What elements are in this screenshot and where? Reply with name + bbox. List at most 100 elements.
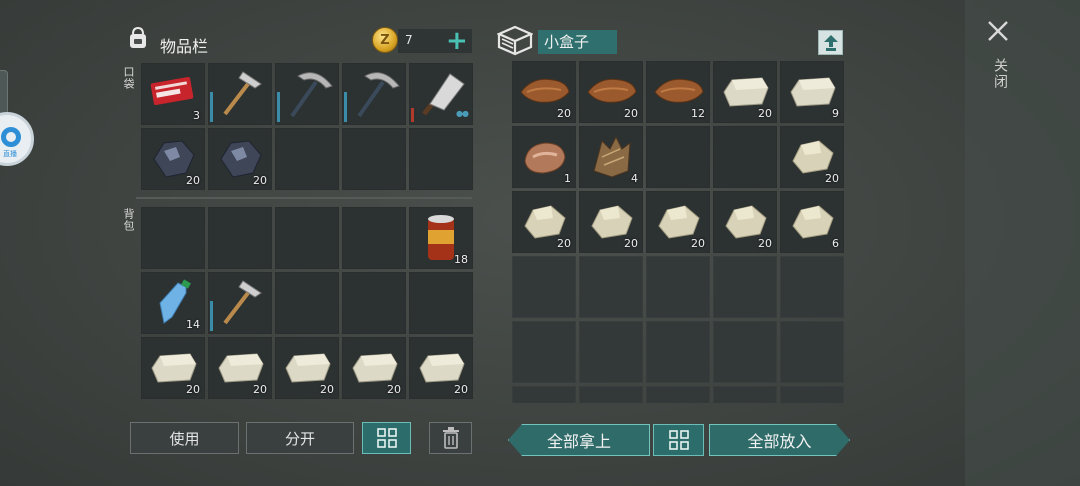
pocket-slot[interactable]: 20	[208, 128, 272, 190]
container-slot[interactable]: 6	[780, 191, 844, 253]
item-quantity: 20	[557, 237, 571, 250]
container-slot[interactable]: 20	[512, 61, 576, 123]
durability-bar	[210, 92, 213, 122]
backpack-slot[interactable]: 20	[409, 337, 473, 399]
put-all-button[interactable]: 全部放入	[709, 424, 850, 456]
container-slot[interactable]: 4	[579, 126, 643, 188]
use-button[interactable]: 使用	[130, 422, 239, 454]
item-quantity: 20	[387, 383, 401, 396]
item-quantity: 12	[691, 107, 705, 120]
container-upgrade-button[interactable]	[818, 30, 843, 55]
close-label[interactable]: 关闭	[990, 58, 1010, 90]
item-quantity: 18	[454, 253, 468, 266]
container-slot[interactable]	[579, 256, 643, 318]
container-slot[interactable]: 20	[512, 191, 576, 253]
backpack-slot[interactable]	[208, 272, 272, 334]
container-slot[interactable]: 1	[512, 126, 576, 188]
backpack-slot[interactable]: 14	[141, 272, 205, 334]
backpack-slot[interactable]	[409, 272, 473, 334]
item-quantity: 20	[320, 383, 334, 396]
backpack-slot[interactable]	[342, 207, 406, 269]
item-quantity: 9	[832, 107, 839, 120]
backpack-slot[interactable]: 20	[208, 337, 272, 399]
backpack-slot[interactable]: 18	[409, 207, 473, 269]
backpack-slot[interactable]: 20	[342, 337, 406, 399]
item-quantity: 20	[186, 383, 200, 396]
item-quantity: 14	[186, 318, 200, 331]
ammo-dots: ●●	[456, 109, 469, 118]
coin-icon: Z	[372, 27, 398, 53]
container-slot[interactable]	[713, 256, 777, 318]
pocket-slot[interactable]	[342, 63, 406, 125]
container-slot[interactable]	[713, 321, 777, 383]
close-icon[interactable]	[985, 18, 1011, 44]
container-slot[interactable]	[780, 386, 844, 403]
split-button[interactable]: 分开	[246, 422, 354, 454]
container-slot[interactable]: 20	[713, 61, 777, 123]
take-all-button[interactable]: 全部拿上	[508, 424, 650, 456]
container-title: 小盒子	[538, 30, 617, 54]
item-quantity: 6	[832, 237, 839, 250]
backpack-slot[interactable]: 20	[141, 337, 205, 399]
sort-inventory-button[interactable]	[362, 422, 411, 454]
pocket-slot[interactable]: ●●	[409, 63, 473, 125]
item-quantity: 20	[253, 174, 267, 187]
container-slot[interactable]	[646, 256, 710, 318]
backpack-slot[interactable]	[275, 207, 339, 269]
item-quantity: 20	[758, 107, 772, 120]
trash-icon	[442, 427, 459, 449]
backpack-slot[interactable]	[275, 272, 339, 334]
backpack-slot[interactable]: 20	[275, 337, 339, 399]
sort-container-button[interactable]	[653, 424, 704, 456]
container-slot[interactable]: 20	[780, 126, 844, 188]
pocket-slot[interactable]: 3	[141, 63, 205, 125]
pocket-slot[interactable]	[409, 128, 473, 190]
section-divider	[136, 197, 472, 199]
add-coins-button[interactable]: +	[446, 28, 468, 54]
pocket-slot[interactable]: 20	[141, 128, 205, 190]
container-grid: 20 20 12 20 9 1 4 20 20 20 20 20 6	[512, 61, 844, 403]
item-quantity: 20	[825, 172, 839, 185]
container-scroll-area[interactable]: 20 20 12 20 9 1 4 20 20 20 20 20 6	[512, 61, 844, 403]
pickaxe-icon	[357, 72, 400, 118]
backpack-grid: 18 14 20 20 20 20 20	[141, 207, 473, 399]
trash-button[interactable]	[429, 422, 472, 454]
backpack-slot[interactable]	[208, 207, 272, 269]
container-slot[interactable]	[713, 386, 777, 403]
container-slot[interactable]	[512, 256, 576, 318]
item-quantity: 4	[631, 172, 638, 185]
pocket-slot[interactable]	[275, 128, 339, 190]
container-slot[interactable]	[646, 386, 710, 403]
upload-arrow-icon	[823, 34, 838, 51]
container-slot[interactable]: 20	[646, 191, 710, 253]
pocket-slot[interactable]	[208, 63, 272, 125]
item-quantity: 3	[193, 109, 200, 122]
container-slot[interactable]	[780, 256, 844, 318]
backpack-slot[interactable]	[141, 207, 205, 269]
container-slot[interactable]	[512, 386, 576, 403]
backpack-icon	[130, 26, 146, 48]
container-slot[interactable]	[780, 321, 844, 383]
container-slot[interactable]: 20	[579, 191, 643, 253]
floating-assistant-icon[interactable]: 直播	[0, 112, 34, 166]
container-slot[interactable]: 20	[713, 191, 777, 253]
right-side-strip	[965, 0, 1080, 486]
item-quantity: 20	[691, 237, 705, 250]
container-slot[interactable]	[512, 321, 576, 383]
container-slot[interactable]: 9	[780, 61, 844, 123]
item-quantity: 20	[186, 174, 200, 187]
item-quantity: 20	[758, 237, 772, 250]
container-slot[interactable]	[579, 386, 643, 403]
container-slot[interactable]	[646, 126, 710, 188]
container-slot[interactable]: 12	[646, 61, 710, 123]
backpack-slot[interactable]	[342, 272, 406, 334]
container-slot[interactable]	[646, 321, 710, 383]
container-slot[interactable]: 20	[579, 61, 643, 123]
pocket-label: 口袋	[122, 66, 135, 90]
coin-count: 7	[405, 33, 413, 47]
container-slot[interactable]	[713, 126, 777, 188]
container-slot[interactable]	[579, 321, 643, 383]
durability-bar	[411, 108, 414, 122]
pocket-slot[interactable]	[275, 63, 339, 125]
pocket-slot[interactable]	[342, 128, 406, 190]
